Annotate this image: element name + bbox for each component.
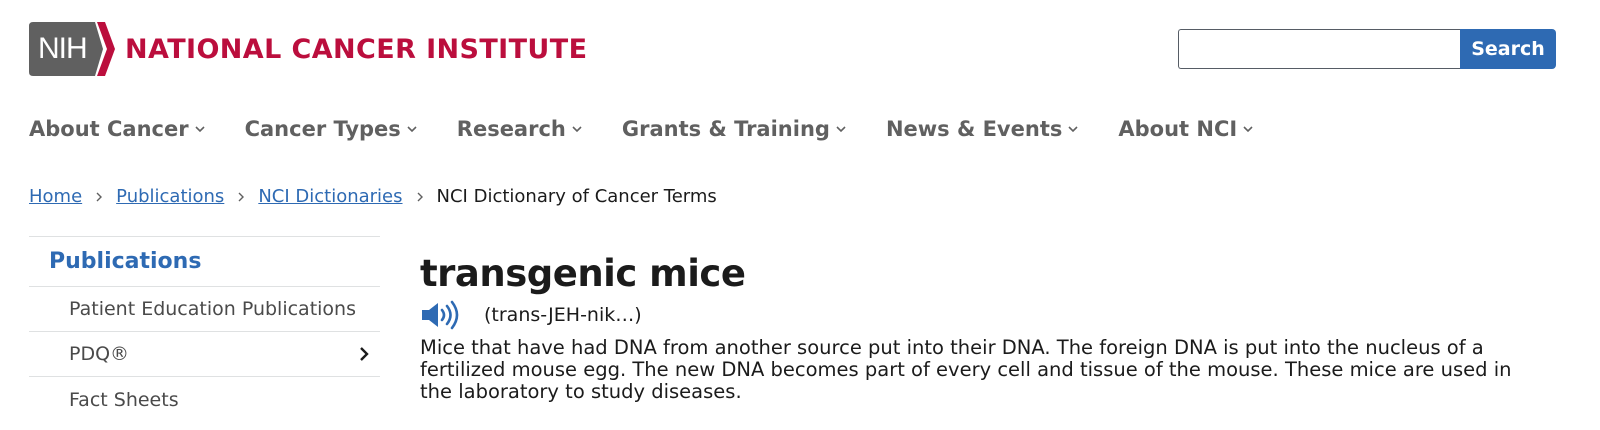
chevron-right-icon [417, 192, 423, 201]
speaker-icon[interactable] [420, 300, 460, 330]
definition-text: Mice that have had DNA from another sour… [420, 336, 1512, 403]
search-button[interactable]: Search [1460, 29, 1556, 69]
nav-label: About Cancer [29, 117, 189, 141]
breadcrumb-nci-dictionaries[interactable]: NCI Dictionaries [258, 186, 402, 207]
breadcrumb-publications[interactable]: Publications [116, 186, 224, 207]
nav-about-cancer[interactable]: About Cancer [29, 114, 206, 144]
nav-label: About NCI [1118, 117, 1238, 141]
chevron-down-icon [195, 126, 205, 133]
breadcrumb-home[interactable]: Home [29, 186, 82, 207]
nav-label: Grants & Training [621, 117, 830, 141]
org-name: NATIONAL CANCER INSTITUTE [125, 33, 588, 65]
sidebar-title-publications[interactable]: Publications [29, 236, 380, 287]
sidebar-item-label: Patient Education Publications [69, 298, 356, 320]
chevron-right-icon[interactable] [358, 345, 370, 363]
sidebar-item-patient-education[interactable]: Patient Education Publications [29, 287, 380, 332]
nav-news-events[interactable]: News & Events [886, 114, 1079, 144]
pronunciation: (trans-JEH-nik…) [484, 304, 642, 326]
nih-logo-mark: NIH [29, 22, 115, 76]
nih-logo-text: NIH [38, 32, 88, 65]
chevron-down-icon [1068, 126, 1078, 133]
nav-label: Research [456, 117, 566, 141]
nav-cancer-types[interactable]: Cancer Types [245, 114, 418, 144]
chevron-right-icon [238, 192, 245, 201]
nav-label: Cancer Types [244, 117, 401, 141]
breadcrumb: Home Publications NCI Dictionaries NCI D… [29, 186, 717, 207]
breadcrumb-current: NCI Dictionary of Cancer Terms [436, 186, 717, 207]
term-title: transgenic mice [420, 252, 746, 295]
pronunciation-row: (trans-JEH-nik…) [420, 300, 642, 330]
nav-grants-training[interactable]: Grants & Training [622, 114, 847, 144]
section-nav: Publications Patient Education Publicati… [29, 236, 380, 422]
search-form: Search [1178, 29, 1556, 69]
sidebar-item-pdq[interactable]: PDQ® [29, 332, 380, 377]
chevron-down-icon [836, 126, 846, 133]
nci-logo[interactable]: NIH NATIONAL CANCER INSTITUTE [29, 22, 587, 76]
chevron-down-icon [1243, 126, 1253, 133]
chevron-right-icon [96, 192, 103, 201]
main-nav: About Cancer Cancer Types Research Grant… [29, 114, 1293, 144]
nav-about-nci[interactable]: About NCI [1118, 114, 1254, 144]
chevron-down-icon [572, 126, 582, 133]
nav-research[interactable]: Research [457, 114, 583, 144]
search-input[interactable] [1178, 29, 1460, 69]
nav-label: News & Events [885, 117, 1063, 141]
sidebar-item-label: PDQ® [69, 343, 130, 365]
sidebar-item-label: Fact Sheets [69, 388, 179, 411]
sidebar-item-fact-sheets[interactable]: Fact Sheets [29, 377, 380, 422]
chevron-down-icon [407, 126, 417, 133]
